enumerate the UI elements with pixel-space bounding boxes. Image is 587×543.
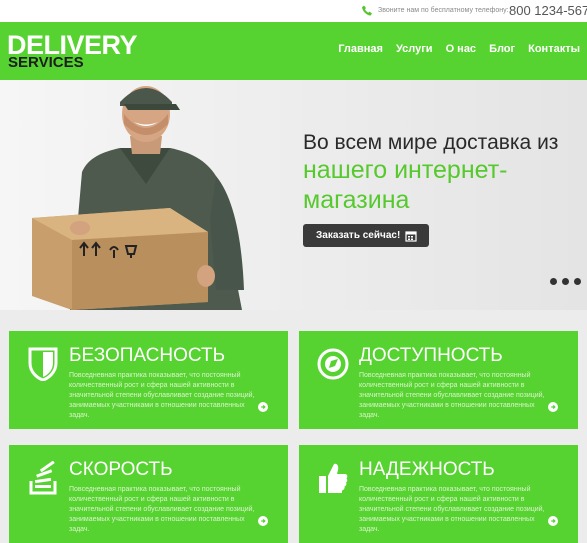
hero-headline-line2: нашего интернет-магазина [303,156,508,214]
feature-text: Повседневная практика показывает, что по… [69,486,255,533]
phone-hint: Звоните нам по бесплатному телефону: [378,7,509,14]
site-header: DELIVERY SERVICES Главная Услуги О нас Б… [0,22,587,80]
feature-text: Повседневная практика показывает, что по… [359,372,545,419]
order-now-label: Заказать сейчас! [316,230,401,241]
compass-icon [317,348,349,380]
hero-headline-line1: Во всем мире доставка из [303,131,559,154]
nav-item-services[interactable]: Услуги [396,43,433,55]
nav-item-about[interactable]: О нас [446,43,477,55]
nav-item-home[interactable]: Главная [338,43,383,55]
feature-title: НАДЕЖНОСТЬ [359,459,495,480]
order-now-button[interactable]: Заказать сейчас! [303,224,429,247]
feature-card-reliability[interactable]: НАДЕЖНОСТЬ Повседневная практика показыв… [299,445,578,543]
feature-title: ДОСТУПНОСТЬ [359,345,503,366]
thumbs-up-icon [319,463,348,493]
slider-dot-1[interactable] [550,278,557,285]
hero-slider: Во всем мире доставка из нашего интернет… [0,80,587,310]
top-contact-bar: Звоните нам по бесплатному телефону: 800… [0,0,587,22]
phone-icon [362,5,372,16]
feature-card-security[interactable]: БЕЗОПАСНОСТЬ Повседневная практика показ… [9,331,288,429]
shield-icon [28,347,58,381]
slider-dot-3[interactable] [574,278,581,285]
feature-card-speed[interactable]: СКОРОСТЬ Повседневная практика показывае… [9,445,288,543]
feature-text: Повседневная практика показывает, что по… [69,372,255,419]
feature-title: СКОРОСТЬ [69,459,173,480]
feature-title: БЕЗОПАСНОСТЬ [69,345,226,366]
slider-dot-2[interactable] [562,278,569,285]
courier-photo [32,86,244,310]
arrow-right-circle-icon[interactable] [548,402,558,412]
main-nav: Главная Услуги О нас Блог Контакты [338,43,587,55]
stack-icon [29,461,57,495]
nav-item-contacts[interactable]: Контакты [528,43,580,55]
arrow-right-circle-icon[interactable] [258,516,268,526]
feature-text: Повседневная практика показывает, что по… [359,486,545,533]
logo-text-services[interactable]: SERVICES [8,55,84,70]
arrow-right-circle-icon[interactable] [258,402,268,412]
feature-card-accessibility[interactable]: ДОСТУПНОСТЬ Повседневная практика показы… [299,331,578,429]
slider-dots [550,278,586,285]
calendar-icon [405,230,417,242]
arrow-right-circle-icon[interactable] [548,516,558,526]
phone-number[interactable]: 800 1234-5678 [509,3,587,18]
nav-item-blog[interactable]: Блог [489,43,515,55]
